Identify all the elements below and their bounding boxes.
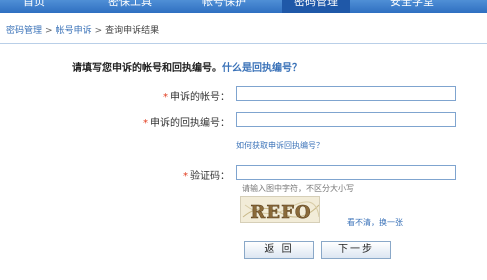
nav-item-password-management[interactable]: 密码管理: [282, 0, 350, 13]
breadcrumb-separator: >: [45, 26, 53, 36]
captcha-label-text: 验证码：: [190, 171, 230, 182]
captcha-label: * 验证码：: [183, 167, 230, 182]
top-nav: 首页 密保工具 帐号保护 密码管理 安全学堂: [0, 0, 487, 13]
captcha-text: REFO: [250, 202, 311, 223]
breadcrumb-divider: [0, 43, 487, 44]
breadcrumb-separator: >: [94, 26, 103, 36]
nav-item-home[interactable]: 首页: [14, 0, 54, 13]
captcha-image[interactable]: REFO: [240, 196, 320, 223]
account-input[interactable]: [236, 86, 456, 101]
required-mark: *: [183, 171, 188, 182]
nav-item-account-protection[interactable]: 帐号保护: [190, 0, 258, 13]
refresh-captcha-link[interactable]: 看不清，换一张: [347, 217, 403, 228]
captcha-input[interactable]: [236, 165, 456, 180]
breadcrumb-item-password-management[interactable]: 密码管理: [6, 26, 42, 36]
account-label-text: 申诉的帐号：: [170, 92, 230, 103]
captcha-graphic: REFO: [242, 201, 319, 223]
how-to-get-receipt-link[interactable]: 如何获取申诉回执编号？: [236, 140, 324, 151]
account-label: * 申诉的帐号：: [163, 88, 230, 103]
required-mark: *: [143, 118, 148, 129]
receipt-number-input[interactable]: [236, 112, 456, 127]
breadcrumb-item-account-appeal[interactable]: 帐号申诉: [56, 26, 92, 36]
receipt-label-text: 申诉的回执编号：: [150, 118, 230, 129]
nav-item-security-school[interactable]: 安全学堂: [376, 0, 448, 13]
next-button[interactable]: 下一步: [321, 241, 391, 259]
what-is-receipt-link[interactable]: 什么是回执编号？: [222, 63, 302, 74]
captcha-hint: 请输入图中字符，不区分大小写: [242, 184, 354, 193]
breadcrumb: 密码管理 > 帐号申诉 > 查询申诉结果: [6, 24, 159, 38]
required-mark: *: [163, 92, 168, 103]
breadcrumb-item-current: 查询申诉结果: [105, 26, 160, 36]
back-button[interactable]: 返 回: [244, 241, 314, 259]
form-title-text: 请填写您申诉的帐号和回执编号: [72, 63, 212, 74]
form-title: 请填写您申诉的帐号和回执编号。什么是回执编号？: [72, 59, 302, 74]
form-title-separator: 。: [212, 63, 222, 74]
receipt-label: * 申诉的回执编号：: [143, 114, 230, 129]
nav-item-security-tools[interactable]: 密保工具: [96, 0, 164, 13]
